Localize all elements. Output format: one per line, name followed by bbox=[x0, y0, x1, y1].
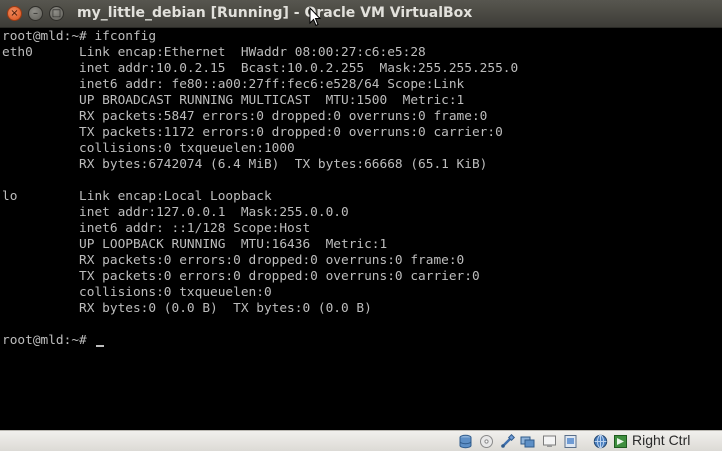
terminal-line: inet6 addr: ::1/128 Scope:Host bbox=[2, 221, 311, 236]
maximize-button[interactable]: □ bbox=[49, 6, 64, 21]
terminal-line: inet addr:127.0.0.1 Mask:255.0.0.0 bbox=[2, 205, 349, 220]
terminal-line: RX bytes:0 (0.0 B) TX bytes:0 (0.0 B) bbox=[2, 301, 372, 316]
window-title: my_little_debian [Running] - Oracle VM V… bbox=[77, 5, 473, 21]
optical-drive-icon[interactable] bbox=[479, 434, 494, 449]
minimize-button[interactable]: – bbox=[28, 6, 43, 21]
terminal-line: RX packets:0 errors:0 dropped:0 overruns… bbox=[2, 253, 465, 268]
terminal-line: eth0 Link encap:Ethernet HWaddr 08:00:27… bbox=[2, 45, 426, 60]
terminal-line: UP BROADCAST RUNNING MULTICAST MTU:1500 … bbox=[2, 93, 465, 108]
terminal-line: root@mld:~# bbox=[2, 333, 105, 349]
close-icon: × bbox=[10, 7, 19, 19]
usb-icon[interactable] bbox=[500, 434, 515, 449]
mouse-pointer-icon bbox=[309, 7, 321, 27]
terminal-line: RX bytes:6742074 (6.4 MiB) TX bytes:6666… bbox=[2, 157, 488, 172]
minimize-icon: – bbox=[33, 7, 38, 19]
status-bar: Right Ctrl bbox=[0, 430, 722, 451]
mouse-integration-icon[interactable] bbox=[613, 434, 628, 449]
terminal-line: TX packets:1172 errors:0 dropped:0 overr… bbox=[2, 125, 503, 140]
terminal-line: lo Link encap:Local Loopback bbox=[2, 189, 272, 204]
terminal-line: root@mld:~# ifconfig bbox=[2, 29, 157, 44]
terminal-line: collisions:0 txqueuelen:1000 bbox=[2, 141, 295, 156]
terminal-line: UP LOOPBACK RUNNING MTU:16436 Metric:1 bbox=[2, 237, 388, 252]
terminal-line: collisions:0 txqueuelen:0 bbox=[2, 285, 272, 300]
maximize-icon: □ bbox=[51, 7, 62, 19]
terminal-line: inet addr:10.0.2.15 Bcast:10.0.2.255 Mas… bbox=[2, 61, 519, 76]
vm-console[interactable]: root@mld:~# ifconfig eth0 Link encap:Ethe… bbox=[0, 28, 722, 430]
host-key-label: Right Ctrl bbox=[632, 432, 691, 448]
close-button[interactable]: × bbox=[7, 6, 22, 21]
text-cursor bbox=[96, 345, 105, 347]
display-icon[interactable] bbox=[542, 434, 557, 449]
network-icon[interactable] bbox=[593, 434, 608, 449]
terminal-line: inet6 addr: fe80::a00:27ff:fec6:e528/64 … bbox=[2, 77, 465, 92]
title-bar[interactable]: × – □ my_little_debian [Running] - Oracl… bbox=[0, 0, 722, 28]
terminal-line: TX packets:0 errors:0 dropped:0 overruns… bbox=[2, 269, 480, 284]
video-capture-icon[interactable] bbox=[563, 434, 578, 449]
shared-folders-icon[interactable] bbox=[520, 434, 535, 449]
hard-disk-icon[interactable] bbox=[458, 434, 473, 449]
terminal-line: RX packets:5847 errors:0 dropped:0 overr… bbox=[2, 109, 488, 124]
